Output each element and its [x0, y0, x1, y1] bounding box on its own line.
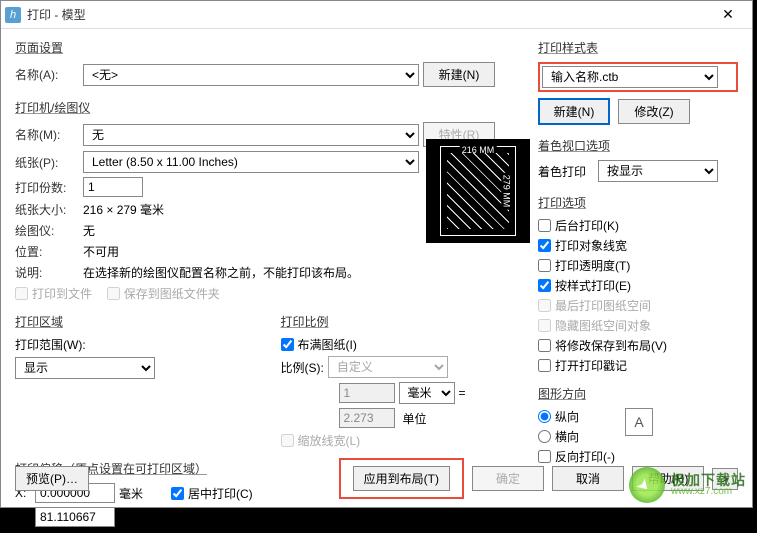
offset-y-label: Y:	[15, 510, 31, 524]
page-name-select[interactable]: <无>	[83, 64, 419, 86]
opt-bg-label: 后台打印(K)	[555, 217, 619, 234]
opt-stamp-checkbox[interactable]	[538, 359, 551, 372]
watermark-en: www.xz7.com	[671, 487, 746, 497]
scale-unit-select[interactable]: 毫米	[399, 382, 455, 404]
unit-bottom-label: 单位	[399, 410, 455, 427]
opt-save-checkbox[interactable]	[538, 339, 551, 352]
apply-highlight: 应用到布局(T)	[339, 458, 464, 499]
offset-y-input[interactable]	[35, 507, 115, 527]
opt-style-checkbox[interactable]	[538, 279, 551, 292]
scale-num2-input[interactable]	[339, 408, 395, 428]
plot-style-highlight: 输入名称.ctb	[538, 62, 738, 92]
opt-save-label: 将修改保存到布局(V)	[555, 337, 667, 354]
ratio-label: 比例(S):	[281, 359, 324, 376]
scale-lw-checkbox[interactable]	[281, 434, 294, 447]
portrait-label: 纵向	[555, 408, 579, 425]
copies-label: 打印份数:	[15, 179, 79, 196]
shade-label: 着色打印	[538, 163, 594, 180]
ok-button[interactable]: 确定	[472, 466, 544, 491]
opt-paperspace-label: 最后打印图纸空间	[555, 297, 651, 314]
portrait-radio[interactable]	[538, 410, 551, 423]
page-name-label: 名称(A):	[15, 66, 79, 83]
scale-lw-label: 缩放线宽(L)	[298, 432, 361, 449]
opt-lw-label: 打印对象线宽	[555, 237, 627, 254]
location-value: 不可用	[83, 243, 119, 260]
cancel-button[interactable]: 取消	[552, 466, 624, 491]
shade-viewport-title: 着色视口选项	[538, 137, 738, 154]
window-title: 打印 - 模型	[27, 6, 708, 23]
save-sheet-checkbox[interactable]	[107, 287, 120, 300]
page-new-button[interactable]: 新建(N)	[423, 62, 495, 87]
plotter-value: 无	[83, 222, 95, 239]
preview-height-label: 279 MM	[502, 173, 512, 210]
print-range-label: 打印范围(W):	[15, 336, 265, 353]
opt-stamp-label: 打开打印戳记	[555, 357, 627, 374]
shade-select[interactable]: 按显示	[598, 160, 718, 182]
print-options-title: 打印选项	[538, 194, 738, 211]
location-label: 位置:	[15, 243, 79, 260]
plot-style-group: 打印样式表 输入名称.ctb 新建(N) 修改(Z)	[538, 37, 738, 131]
paper-preview: 216 MM 279 MM	[426, 139, 530, 243]
print-options-group: 打印选项 后台打印(K) 打印对象线宽 打印透明度(T) 按样式打印(E) 最后…	[538, 192, 738, 379]
preview-button[interactable]: 预览(P)…	[15, 466, 89, 491]
watermark-logo-icon	[629, 467, 665, 503]
close-button[interactable]: ✕	[708, 4, 748, 26]
print-scale-group: 打印比例 布满图纸(I) 比例(S): 自定义 毫米 =	[281, 311, 531, 454]
offset-y-unit: 毫米	[119, 509, 143, 526]
print-area-title: 打印区域	[15, 313, 265, 330]
page-setup-title: 页面设置	[15, 39, 530, 56]
desc-value: 在选择新的绘图仪配置名称之前，不能打印该布局。	[83, 264, 359, 281]
opt-trans-label: 打印透明度(T)	[555, 257, 630, 274]
opt-lw-checkbox[interactable]	[538, 239, 551, 252]
printer-name-select[interactable]: 无	[83, 124, 419, 146]
watermark: 极加下载站 www.xz7.com	[629, 467, 746, 503]
print-range-select[interactable]: 显示	[15, 357, 155, 379]
scale-num1-input[interactable]	[339, 383, 395, 403]
copies-input[interactable]	[83, 177, 143, 197]
style-modify-button[interactable]: 修改(Z)	[618, 99, 690, 124]
plot-style-select[interactable]: 输入名称.ctb	[542, 66, 718, 88]
plot-style-title: 打印样式表	[538, 39, 738, 56]
printer-group: 打印机/绘图仪 名称(M): 无 特性(R) 纸张(P): Letter (8.…	[15, 97, 530, 307]
paper-size-value: 216 × 279 毫米	[83, 201, 164, 218]
opt-hideps-label: 隐藏图纸空间对象	[555, 317, 651, 334]
save-sheet-label: 保存到图纸文件夹	[124, 285, 220, 302]
print-area-group: 打印区域 打印范围(W): 显示	[15, 311, 265, 454]
printer-name-label: 名称(M):	[15, 126, 79, 143]
ratio-select[interactable]: 自定义	[328, 356, 448, 378]
watermark-cn: 极加下载站	[671, 473, 746, 487]
equals-label: =	[459, 386, 466, 400]
desc-label: 说明:	[15, 264, 79, 281]
opt-style-label: 按样式打印(E)	[555, 277, 631, 294]
landscape-label: 横向	[555, 428, 579, 445]
printer-title: 打印机/绘图仪	[15, 99, 530, 116]
orientation-title: 图形方向	[538, 385, 738, 402]
opt-trans-checkbox[interactable]	[538, 259, 551, 272]
shade-viewport-group: 着色视口选项 着色打印 按显示	[538, 135, 738, 188]
plotter-label: 绘图仪:	[15, 222, 79, 239]
style-new-button[interactable]: 新建(N)	[538, 98, 610, 125]
opt-paperspace-checkbox[interactable]	[538, 299, 551, 312]
fit-to-paper-checkbox[interactable]	[281, 338, 294, 351]
opt-hideps-checkbox[interactable]	[538, 319, 551, 332]
titlebar: h 打印 - 模型 ✕	[1, 1, 752, 29]
paper-label: 纸张(P):	[15, 154, 79, 171]
opt-bg-checkbox[interactable]	[538, 219, 551, 232]
orientation-group: 图形方向 纵向 横向 反向打印(-) A	[538, 383, 738, 470]
orientation-icon: A	[625, 408, 653, 436]
app-icon: h	[5, 7, 21, 23]
paper-select[interactable]: Letter (8.50 x 11.00 Inches)	[83, 151, 419, 173]
print-to-file-checkbox[interactable]	[15, 287, 28, 300]
apply-layout-button[interactable]: 应用到布局(T)	[353, 466, 450, 491]
page-setup-group: 页面设置 名称(A): <无> 新建(N)	[15, 37, 530, 93]
print-dialog: h 打印 - 模型 ✕ 页面设置 名称(A): <无> 新建(N) 打印机/绘图…	[0, 0, 753, 508]
paper-size-label: 纸张大小:	[15, 201, 79, 218]
fit-to-paper-label: 布满图纸(I)	[298, 336, 357, 353]
print-to-file-label: 打印到文件	[32, 285, 92, 302]
landscape-radio[interactable]	[538, 430, 551, 443]
print-scale-title: 打印比例	[281, 313, 531, 330]
